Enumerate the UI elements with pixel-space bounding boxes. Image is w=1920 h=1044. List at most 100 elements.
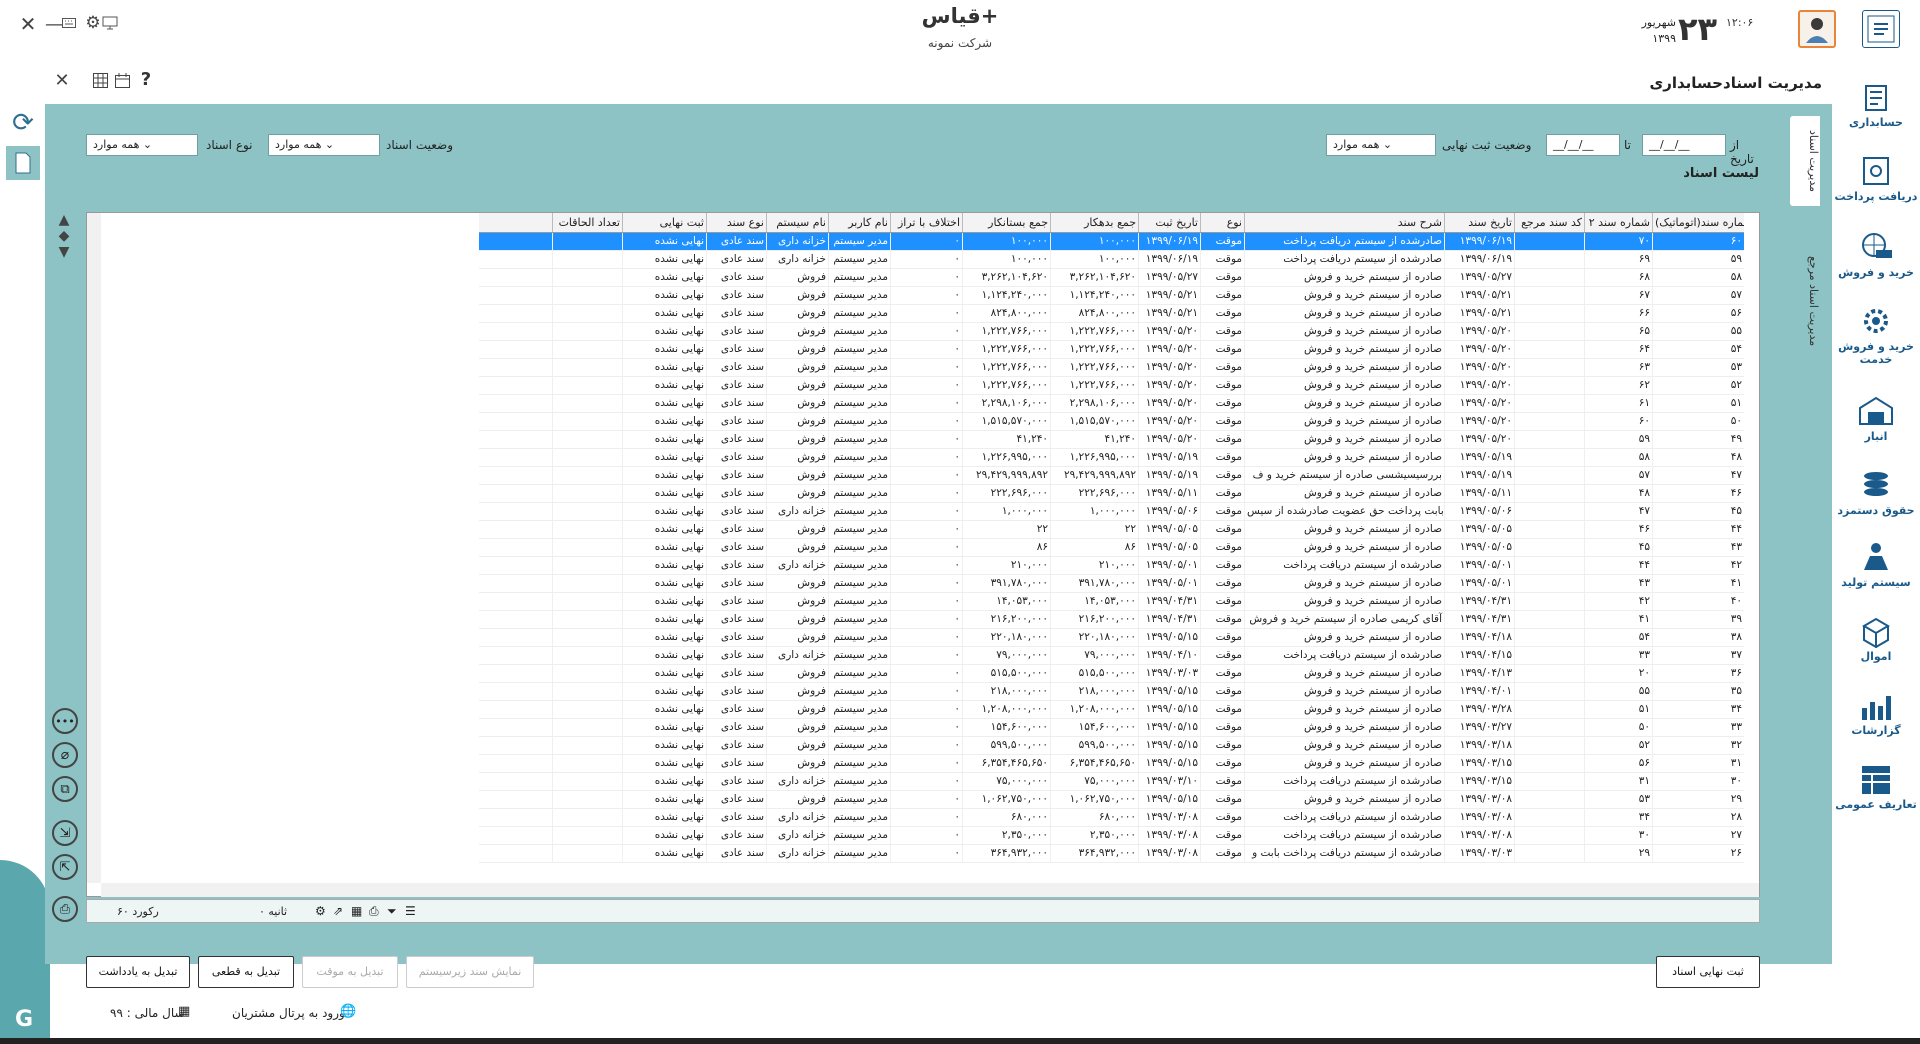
copy-icon[interactable]: ⧉: [52, 776, 78, 802]
table-row[interactable]: ۴۵ ۴۷ ۱۳۹۹/۰۵/۰۶ بابت پرداخت حق عضویت صادرش…: [479, 503, 1744, 521]
calendar-icon[interactable]: [114, 72, 130, 88]
convert-temp-button[interactable]: تبدیل به موقت: [302, 956, 398, 988]
column-header[interactable]: تاریخ سند: [1444, 213, 1514, 232]
table-row[interactable]: ۲۶ ۲۹ ۱۳۹۹/۰۳/۰۳ صادرشده از سیستم دریافت پر…: [479, 845, 1744, 863]
convert-final-button[interactable]: تبدیل به قطعی: [198, 956, 294, 988]
convert-note-button[interactable]: تبدیل به یادداشت: [86, 956, 190, 988]
show-subsystem-button[interactable]: نمایش سند زیرسیستم: [406, 956, 534, 988]
column-header[interactable]: جمع بستانکار: [962, 213, 1050, 232]
column-header[interactable]: اختلاف با تراز: [890, 213, 962, 232]
minimize-icon[interactable]: —: [45, 14, 63, 35]
column-header[interactable]: کد سند مرجع: [1514, 213, 1584, 232]
table-row[interactable]: ۴۹ ۵۹ ۱۳۹۹/۰۵/۲۰ صادره از سیستم خرید و فروش…: [479, 431, 1744, 449]
export-icon[interactable]: ⇗: [333, 904, 343, 918]
sidebar-item-definitions[interactable]: تعاریف عمومی: [1832, 762, 1920, 811]
sidebar-item-payroll[interactable]: حقوق دستمزد: [1832, 468, 1920, 517]
table-row[interactable]: ۳۷ ۳۳ ۱۳۹۹/۰۴/۱۵ صادرشده از سیستم دریافت پر…: [479, 647, 1744, 665]
table-row[interactable]: ۳۱ ۵۶ ۱۳۹۹/۰۳/۱۵ صادره از سیستم خرید و فروش…: [479, 755, 1744, 773]
table-row[interactable]: ۵۶ ۶۶ ۱۳۹۹/۰۵/۲۱ صادره از سیستم خرید و فروش…: [479, 305, 1744, 323]
doc-status-select[interactable]: همه موارد ⌄: [268, 134, 380, 156]
table-row[interactable]: ۵۱ ۶۱ ۱۳۹۹/۰۵/۲۰ صادره از سیستم خرید و فروش…: [479, 395, 1744, 413]
table-row[interactable]: ۲۹ ۵۳ ۱۳۹۹/۰۳/۰۸ صادره از سیستم خرید و فروش…: [479, 791, 1744, 809]
table-row[interactable]: ۳۸ ۵۴ ۱۳۹۹/۰۴/۱۸ صادره از سیستم خرید و فروش…: [479, 629, 1744, 647]
table-icon[interactable]: ▦: [351, 904, 362, 918]
sidebar-item-accounting[interactable]: حسابداری: [1832, 80, 1920, 129]
portal-link[interactable]: ورود به پرتال مشتریان: [232, 1006, 345, 1020]
print-icon[interactable]: ⎙: [369, 904, 379, 919]
horizontal-scrollbar[interactable]: [101, 883, 1759, 897]
sidebar-item-payment[interactable]: دریافت پرداخت: [1832, 154, 1920, 203]
user-avatar[interactable]: [1798, 10, 1836, 48]
table-row[interactable]: ۵۰ ۶۰ ۱۳۹۹/۰۵/۲۰ صادره از سیستم خرید و فروش…: [479, 413, 1744, 431]
attachment-icon[interactable]: ⌀: [52, 742, 78, 768]
table-row[interactable]: ۴۳ ۴۵ ۱۳۹۹/۰۵/۰۵ صادره از سیستم خرید و فروش…: [479, 539, 1744, 557]
column-header[interactable]: نام سیستم: [766, 213, 828, 232]
close-icon[interactable]: ✕: [18, 12, 38, 36]
table-row[interactable]: ۵۲ ۶۲ ۱۳۹۹/۰۵/۲۰ صادره از سیستم خرید و فروش…: [479, 377, 1744, 395]
table-row[interactable]: ۵۴ ۶۴ ۱۳۹۹/۰۵/۲۰ صادره از سیستم خرید و فروش…: [479, 341, 1744, 359]
table-row[interactable]: ۳۶ ۲۰ ۱۳۹۹/۰۴/۱۳ صادره از سیستم خرید و فروش…: [479, 665, 1744, 683]
tab-reference-documents[interactable]: مدیریت اسناد مرجع: [1790, 236, 1820, 366]
table-row[interactable]: ۳۰ ۳۱ ۱۳۹۹/۰۳/۱۵ صادرشده از سیستم دریافت پر…: [479, 773, 1744, 791]
column-header[interactable]: شماره سند ۲: [1584, 213, 1652, 232]
table-row[interactable]: ۴۲ ۴۴ ۱۳۹۹/۰۵/۰۱ صادرشده از سیستم دریافت پر…: [479, 557, 1744, 575]
keyboard-icon[interactable]: [62, 16, 76, 30]
column-header[interactable]: نام کاربر: [828, 213, 890, 232]
tab-documents[interactable]: مدیریت اسناد: [1790, 116, 1820, 206]
column-header[interactable]: نوع: [1200, 213, 1244, 232]
sidebar-item-assets[interactable]: اموال: [1832, 614, 1920, 663]
sidebar-item-service[interactable]: خرید و فروش خدمت: [1832, 304, 1920, 366]
settings-icon[interactable]: ⚙: [315, 904, 326, 918]
column-header[interactable]: نوع سند: [706, 213, 766, 232]
help-icon[interactable]: ?: [138, 68, 154, 90]
table-row[interactable]: ۴۸ ۵۸ ۱۳۹۹/۰۵/۱۹ صادره از سیستم خرید و فروش…: [479, 449, 1744, 467]
table-row[interactable]: ۴۷ ۵۷ ۱۳۹۹/۰۵/۱۹ بررسیسیشسی صادره از سیستم …: [479, 467, 1744, 485]
table-row[interactable]: ۵۵ ۶۵ ۱۳۹۹/۰۵/۲۰ صادره از سیستم خرید و فروش…: [479, 323, 1744, 341]
document-icon[interactable]: [6, 146, 40, 180]
vertical-scrollbar[interactable]: [87, 213, 101, 883]
from-date-field[interactable]: __/__/__: [1642, 134, 1726, 156]
table-row[interactable]: ۴۰ ۴۲ ۱۳۹۹/۰۴/۳۱ صادره از سیستم خرید و فروش…: [479, 593, 1744, 611]
sidebar-item-warehouse[interactable]: انبار: [1832, 394, 1920, 443]
table-row[interactable]: ۴۱ ۴۳ ۱۳۹۹/۰۵/۰۱ صادره از سیستم خرید و فروش…: [479, 575, 1744, 593]
refresh-icon[interactable]: ⟳: [8, 108, 38, 138]
filter-icon[interactable]: ⏷: [387, 904, 397, 919]
move-arrows-icon[interactable]: ▲ ◆ ▼: [52, 206, 76, 266]
table-row[interactable]: ۳۲ ۵۲ ۱۳۹۹/۰۳/۱۸ صادره از سیستم خرید و فروش…: [479, 737, 1744, 755]
table-row[interactable]: ۳۳ ۵۰ ۱۳۹۹/۰۳/۲۷ صادره از سیستم خرید و فروش…: [479, 719, 1744, 737]
column-header[interactable]: جمع بدهکار: [1050, 213, 1138, 232]
column-header[interactable]: ثبت نهایی: [622, 213, 706, 232]
table-row[interactable]: ۶۰ ۷۰ ۱۳۹۹/۰۶/۱۹ صادرشده از سیستم دریافت پر…: [479, 233, 1744, 251]
table-row[interactable]: ۲۸ ۳۴ ۱۳۹۹/۰۳/۰۸ صادرشده از سیستم دریافت پر…: [479, 809, 1744, 827]
table-row[interactable]: ۵۹ ۶۹ ۱۳۹۹/۰۶/۱۹ صادرشده از سیستم دریافت پر…: [479, 251, 1744, 269]
final-post-button[interactable]: ثبت نهایی اسناد: [1656, 956, 1760, 988]
sidebar-item-production[interactable]: سیستم تولید: [1832, 540, 1920, 589]
to-date-field[interactable]: __/__/__: [1546, 134, 1620, 156]
table-row[interactable]: ۵۷ ۶۷ ۱۳۹۹/۰۵/۲۱ صادره از سیستم خرید و فروش…: [479, 287, 1744, 305]
table-row[interactable]: ۲۷ ۳۰ ۱۳۹۹/۰۳/۰۸ صادرشده از سیستم دریافت پر…: [479, 827, 1744, 845]
print-icon[interactable]: ⎙: [52, 896, 78, 922]
table-icon[interactable]: [92, 72, 108, 88]
more-icon[interactable]: •••: [52, 708, 78, 734]
table-row[interactable]: ۳۴ ۵۱ ۱۳۹۹/۰۳/۲۸ صادره از سیستم خرید و فروش…: [479, 701, 1744, 719]
close-icon[interactable]: ✕: [52, 70, 72, 91]
final-status-select[interactable]: همه موارد ⌄: [1326, 134, 1436, 156]
table-row[interactable]: ۴۶ ۴۸ ۱۳۹۹/۰۵/۱۱ صادره از سیستم خرید و فروش…: [479, 485, 1744, 503]
column-header[interactable]: شرح سند: [1244, 213, 1444, 232]
column-header[interactable]: تاریخ ثبت: [1138, 213, 1200, 232]
column-header[interactable]: تعداد الحاقات: [552, 213, 622, 232]
gear-icon[interactable]: ⚙: [84, 13, 102, 33]
monitor-icon[interactable]: [102, 16, 118, 30]
doc-type-select[interactable]: همه موارد ⌄: [86, 134, 198, 156]
table-row[interactable]: ۳۹ ۴۱ ۱۳۹۹/۰۴/۳۱ آقای کریمی صادره از سیستم …: [479, 611, 1744, 629]
table-row[interactable]: ۴۴ ۴۶ ۱۳۹۹/۰۵/۰۵ صادره از سیستم خرید و فروش…: [479, 521, 1744, 539]
export-icon[interactable]: ⇲: [52, 820, 78, 846]
sidebar-item-reports[interactable]: گزارشات: [1832, 688, 1920, 737]
table-row[interactable]: ۵۸ ۶۸ ۱۳۹۹/۰۵/۲۷ صادره از سیستم خرید و فروش…: [479, 269, 1744, 287]
sidebar-item-sales[interactable]: خرید و فروش: [1832, 230, 1920, 279]
column-header[interactable]: شماره سند(اتوماتیک): [1652, 213, 1744, 232]
table-row[interactable]: ۵۳ ۶۳ ۱۳۹۹/۰۵/۲۰ صادره از سیستم خرید و فروش…: [479, 359, 1744, 377]
table-row[interactable]: ۳۵ ۵۵ ۱۳۹۹/۰۴/۰۱ صادره از سیستم خرید و فروش…: [479, 683, 1744, 701]
list-icon[interactable]: ☰: [405, 904, 416, 918]
import-icon[interactable]: ⇱: [52, 854, 78, 880]
